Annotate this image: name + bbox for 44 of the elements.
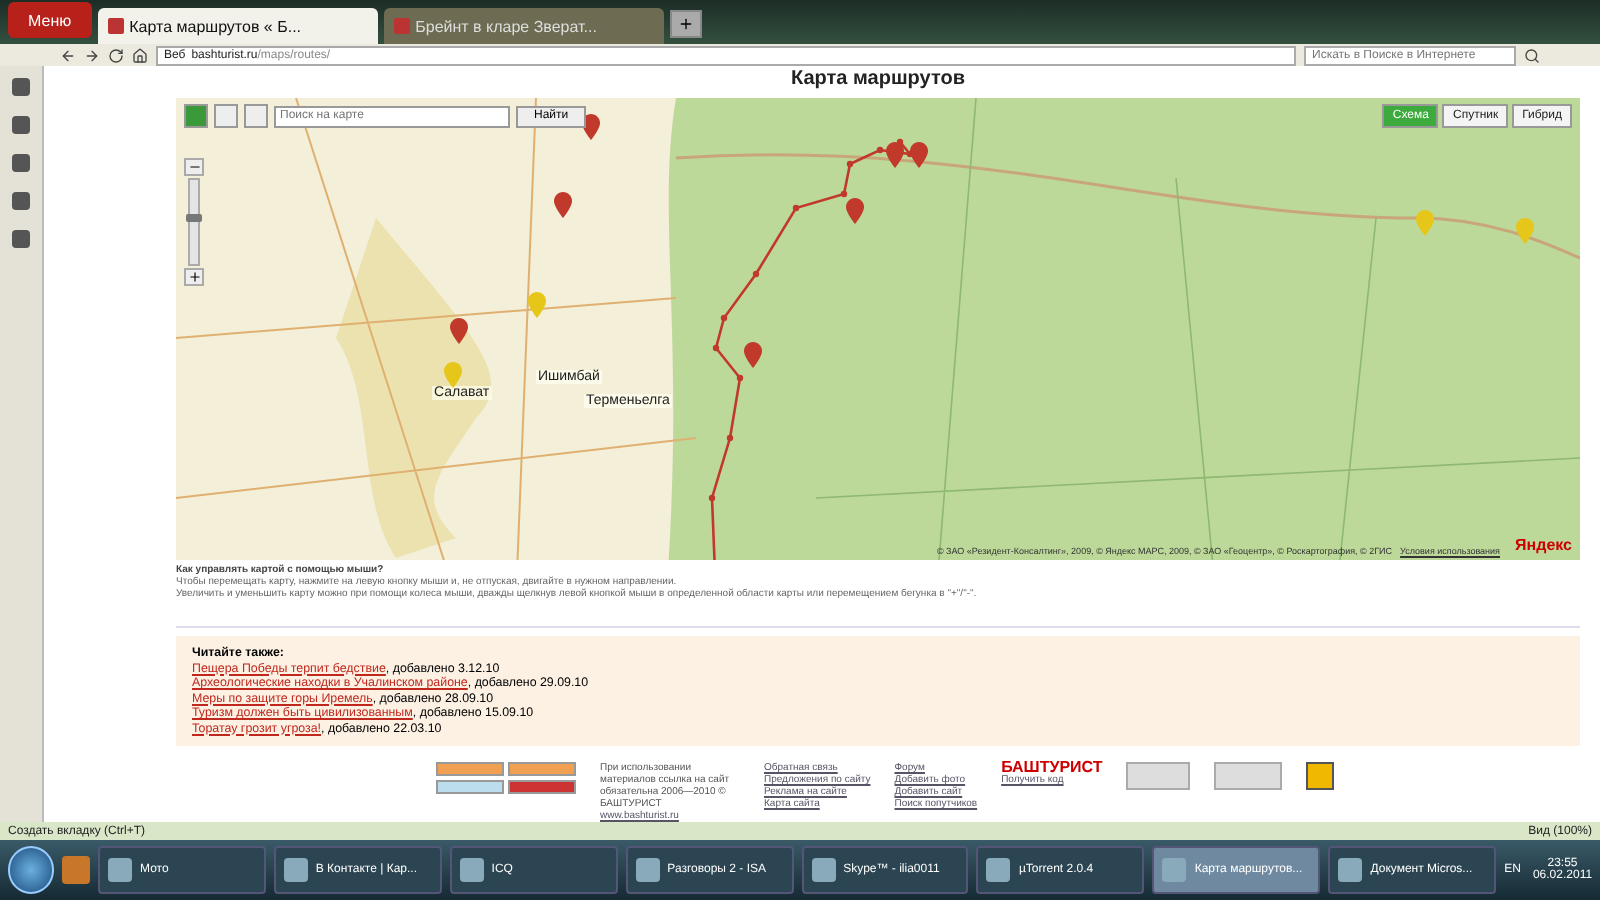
app-icon xyxy=(459,858,484,882)
favicon-icon xyxy=(393,18,410,34)
app-icon xyxy=(1162,858,1187,882)
map-pin-icon[interactable] xyxy=(846,198,864,224)
zoom-slider[interactable] xyxy=(188,178,200,266)
site-logo: БАШТУРИСТ xyxy=(1001,762,1103,774)
new-tab-button[interactable] xyxy=(669,10,702,38)
app-icon xyxy=(811,858,836,882)
map-pin-icon[interactable] xyxy=(744,342,762,368)
app-icon xyxy=(1338,858,1363,882)
plus-icon xyxy=(677,16,694,32)
zoom-area-button[interactable] xyxy=(214,104,238,128)
browser-tab[interactable]: Брейнт в кларе Зверат... xyxy=(383,8,664,44)
app-icon xyxy=(635,858,660,882)
browser-tab[interactable]: Карта маршрутов « Б... xyxy=(97,8,378,44)
back-icon[interactable] xyxy=(60,47,76,63)
reload-icon[interactable] xyxy=(108,47,124,63)
map-pin-icon[interactable] xyxy=(554,192,572,218)
ruler-button[interactable] xyxy=(244,104,268,128)
map-pin-icon[interactable] xyxy=(450,318,468,344)
panel-icon[interactable] xyxy=(12,192,30,210)
app-icon xyxy=(283,858,308,882)
minus-icon xyxy=(187,160,201,174)
panel-icon[interactable] xyxy=(12,116,30,134)
search-icon[interactable] xyxy=(1524,47,1540,63)
panel-icon[interactable] xyxy=(12,154,30,172)
panel-icon[interactable] xyxy=(12,78,30,96)
map-logo: Яндекс xyxy=(1515,536,1572,555)
page-title: Карта маршрутов xyxy=(789,66,967,94)
zoom-thumb[interactable] xyxy=(186,213,202,222)
start-button[interactable] xyxy=(8,846,55,894)
zoom-in-button[interactable] xyxy=(184,268,204,286)
zoom-out-button[interactable] xyxy=(184,158,204,176)
forward-icon[interactable] xyxy=(84,47,100,63)
app-icon xyxy=(986,858,1011,882)
map-pin-icon[interactable] xyxy=(886,142,904,168)
counter-badge[interactable] xyxy=(436,780,504,794)
menu-button[interactable]: Меню xyxy=(8,2,92,38)
panel-icon[interactable] xyxy=(12,230,30,248)
home-icon[interactable] xyxy=(132,47,148,63)
plus-icon xyxy=(187,270,201,284)
map-pin-icon[interactable] xyxy=(910,142,928,168)
favicon-icon xyxy=(107,18,124,34)
app-icon xyxy=(108,858,132,882)
